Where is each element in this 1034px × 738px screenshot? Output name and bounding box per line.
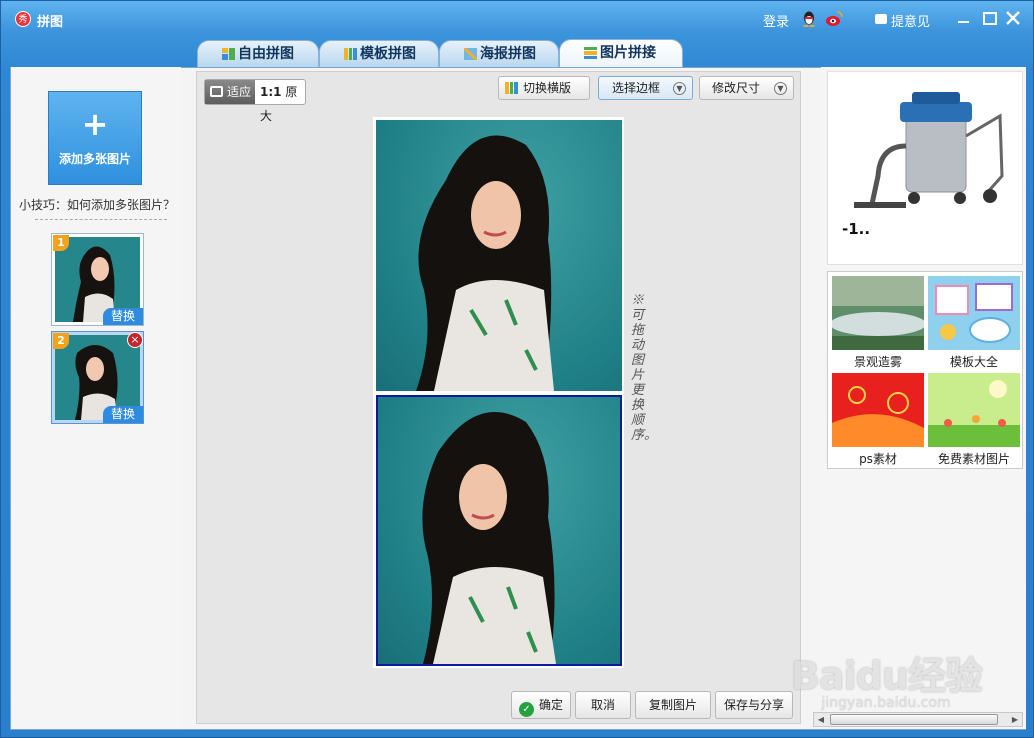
weibo-icon[interactable]: [825, 10, 843, 27]
add-images-button[interactable]: + 添加多张图片: [48, 91, 142, 185]
plus-icon: +: [81, 105, 109, 143]
fit-screen-icon: [210, 86, 223, 97]
app-logo-icon: 秀: [15, 11, 31, 27]
landscape-fog-image: [832, 276, 924, 350]
title-bar: 秀 拼图 登录 提意见: [1, 1, 1033, 37]
original-size-button[interactable]: 1:1 原大: [256, 80, 306, 123]
material-label: 模板大全: [949, 355, 998, 369]
layout-icon: [505, 82, 518, 94]
material-free-images[interactable]: 免费素材图片: [928, 373, 1020, 466]
tab-free-collage[interactable]: 自由拼图: [197, 40, 319, 67]
window-title: 拼图: [37, 15, 64, 30]
material-templates[interactable]: 模板大全: [928, 276, 1020, 369]
resize-dropdown[interactable]: 修改尺寸 ▼: [699, 76, 794, 100]
material-landscape-fog[interactable]: 景观造雾: [832, 276, 924, 369]
chat-bubble-icon: [875, 14, 887, 24]
replace-button[interactable]: 替换: [103, 308, 143, 325]
replace-button[interactable]: 替换: [103, 406, 143, 423]
ratio-label: 1:1: [260, 85, 282, 99]
fit-button[interactable]: 适应: [205, 80, 255, 104]
maximize-button[interactable]: [981, 9, 999, 27]
material-label: 景观造雾: [853, 355, 902, 369]
poster-collage-icon: [464, 48, 477, 60]
materials-grid: 景观造雾 模板大全 ps素材 免费素材图片: [827, 271, 1023, 469]
zoom-mode-group: 适应 1:1 原大: [204, 79, 306, 123]
delete-icon[interactable]: ×: [127, 332, 143, 348]
portrait-photo: [416, 135, 554, 391]
cancel-button[interactable]: 取消: [575, 691, 631, 719]
stitched-photo-2[interactable]: [376, 395, 622, 666]
vacuum-cleaner-image: [854, 92, 1004, 208]
divider: [35, 219, 167, 220]
check-icon: ✓: [518, 702, 534, 717]
thumbnail-2[interactable]: 2 × 替换: [51, 331, 144, 424]
order-badge: 2: [53, 333, 69, 349]
confirm-label: 确定: [538, 698, 563, 712]
material-label: 免费素材图片: [937, 452, 1010, 466]
scroll-right-icon[interactable]: ▶: [1009, 714, 1021, 725]
template-collection-image: [928, 276, 1020, 350]
tab-label: 模板拼图: [360, 46, 416, 62]
tab-label: 自由拼图: [238, 46, 294, 62]
tab-label: 图片拼接: [600, 45, 656, 61]
tab-label: 海报拼图: [480, 46, 536, 62]
login-link[interactable]: 登录: [763, 11, 789, 30]
fit-label: 适应: [227, 85, 252, 99]
qq-icon[interactable]: [801, 10, 817, 27]
material-ps[interactable]: ps素材: [832, 373, 924, 466]
tip-link[interactable]: 小技巧：如何添加多张图片？: [19, 196, 175, 213]
ad-caption: -1..: [842, 220, 871, 238]
tab-image-stitch[interactable]: 图片拼接: [559, 39, 683, 67]
add-images-label: 添加多张图片: [58, 152, 131, 166]
portrait-photo: [422, 412, 556, 664]
border-select-label: 选择边框: [612, 81, 661, 95]
free-collage-icon: [222, 48, 235, 60]
confirm-button[interactable]: ✓ 确定: [511, 691, 571, 719]
toggle-layout-label: 切换横版: [523, 81, 572, 95]
minimize-button[interactable]: [955, 9, 973, 27]
watermark-main: Baidu经验: [791, 654, 983, 698]
copy-image-button[interactable]: 复制图片: [635, 691, 711, 719]
border-select-dropdown[interactable]: 选择边框 ▼: [598, 76, 693, 100]
thumbnail-1[interactable]: 1 替换: [51, 233, 144, 326]
baidu-watermark: Baidu经验 jingyan.baidu.com: [791, 631, 991, 721]
app-window: 秀 拼图 登录 提意见 自由拼图 模板拼图 海报拼图 图片拼接 + 添加多张图片…: [0, 0, 1034, 738]
close-button[interactable]: [1004, 9, 1022, 27]
free-images-image: [928, 373, 1020, 447]
save-share-button[interactable]: 保存与分享: [715, 691, 793, 719]
drag-reorder-hint: ※可拖动图片更换顺序。: [631, 293, 658, 443]
ad-banner[interactable]: -1..: [827, 71, 1023, 265]
order-badge: 1: [53, 235, 69, 251]
tab-template-collage[interactable]: 模板拼图: [319, 40, 439, 67]
chevron-down-icon: ▼: [774, 82, 787, 95]
resize-label: 修改尺寸: [712, 81, 761, 95]
tab-poster-collage[interactable]: 海报拼图: [439, 40, 559, 67]
chevron-down-icon: ▼: [673, 82, 686, 95]
image-stitch-icon: [584, 47, 597, 59]
toggle-layout-button[interactable]: 切换横版: [498, 76, 590, 100]
stitched-photo-1[interactable]: [376, 120, 622, 391]
feedback-link[interactable]: 提意见: [891, 11, 930, 30]
material-label: ps素材: [859, 452, 897, 466]
template-collage-icon: [344, 48, 357, 60]
ps-material-image: [832, 373, 924, 447]
watermark-url: jingyan.baidu.com: [821, 695, 951, 711]
